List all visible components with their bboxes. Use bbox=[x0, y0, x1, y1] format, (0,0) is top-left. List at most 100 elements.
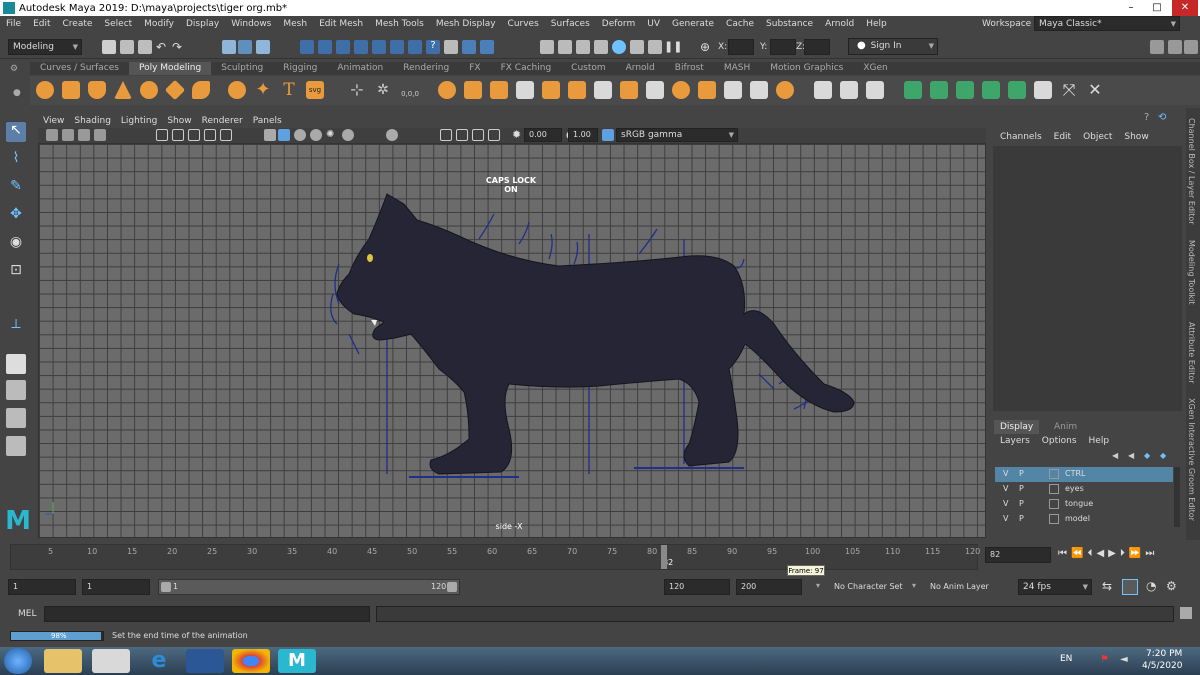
layer-row[interactable]: V P CTRL bbox=[995, 467, 1173, 482]
shelf-tab-arnold[interactable]: Arnold bbox=[616, 62, 665, 75]
range-slider[interactable]: 1 120 bbox=[158, 579, 460, 595]
layers-tab-display[interactable]: Display bbox=[994, 420, 1040, 434]
color-management-icon[interactable] bbox=[602, 129, 614, 141]
snap-to-grid-icon[interactable] bbox=[300, 40, 314, 54]
render-setup-icon[interactable] bbox=[630, 40, 644, 54]
combine-icon[interactable] bbox=[438, 81, 456, 99]
layer-row[interactable]: V P eyes bbox=[995, 482, 1173, 497]
ipr-render-icon[interactable] bbox=[576, 40, 590, 54]
side-tab-channel-box[interactable]: Channel Box / Layer Editor bbox=[1187, 118, 1196, 225]
language-indicator[interactable]: EN bbox=[1060, 654, 1072, 664]
side-tab-attribute-editor[interactable]: Attribute Editor bbox=[1187, 322, 1196, 384]
menu-help[interactable]: Help bbox=[860, 19, 893, 29]
help-icon[interactable]: ? bbox=[1144, 112, 1156, 124]
refresh-icon[interactable]: ⟲ bbox=[1158, 112, 1170, 124]
four-view-layout-icon[interactable] bbox=[6, 380, 26, 400]
channel-menu-show[interactable]: Show bbox=[1118, 130, 1154, 144]
menu-mesh[interactable]: Mesh bbox=[277, 19, 313, 29]
shelf-tab-mash[interactable]: MASH bbox=[714, 62, 760, 75]
attribute-editor-toggle-icon[interactable] bbox=[1168, 40, 1182, 54]
redo-icon[interactable]: ↷ bbox=[172, 40, 186, 54]
pause-icon[interactable]: ❚❚ bbox=[664, 40, 682, 54]
fill-hole-icon[interactable] bbox=[672, 81, 690, 99]
layers-tab-anim[interactable]: Anim bbox=[1048, 420, 1083, 434]
spherical-mapping-icon[interactable] bbox=[982, 81, 1000, 99]
shelf-tab-rendering[interactable]: Rendering bbox=[393, 62, 459, 75]
layer-color-swatch[interactable] bbox=[1049, 514, 1059, 524]
single-perspective-layout-icon[interactable] bbox=[6, 354, 26, 374]
current-frame-field[interactable]: 82 bbox=[985, 547, 1051, 563]
snap-to-curve-icon[interactable] bbox=[318, 40, 332, 54]
make-live-icon[interactable] bbox=[390, 40, 404, 54]
poly-cone-icon[interactable] bbox=[114, 81, 132, 99]
menu-uv[interactable]: UV bbox=[641, 19, 666, 29]
file-explorer-icon[interactable] bbox=[44, 649, 82, 673]
extrude-icon[interactable] bbox=[620, 81, 638, 99]
volume-icon[interactable]: ◄ bbox=[1120, 654, 1128, 665]
menu-arnold[interactable]: Arnold bbox=[819, 19, 860, 29]
offset-edge-icon[interactable] bbox=[866, 81, 884, 99]
range-start-handle[interactable] bbox=[161, 582, 171, 592]
go-to-start-icon[interactable]: ⏮ bbox=[1058, 548, 1071, 559]
shelf-tab-fx-caching[interactable]: FX Caching bbox=[491, 62, 562, 75]
bookmark-icon[interactable] bbox=[78, 129, 90, 141]
last-tool-icon[interactable]: ⟂ bbox=[6, 316, 26, 336]
snap-to-view-plane-icon[interactable] bbox=[372, 40, 386, 54]
menu-cache[interactable]: Cache bbox=[720, 19, 760, 29]
x-field[interactable] bbox=[728, 39, 754, 55]
start-button[interactable] bbox=[4, 648, 32, 674]
poly-sphere-icon[interactable] bbox=[36, 81, 54, 99]
lasso-tool-icon[interactable]: ⌇ bbox=[6, 150, 26, 170]
layer-row[interactable]: V P tongue bbox=[995, 497, 1173, 512]
layer-color-swatch[interactable] bbox=[1049, 499, 1059, 509]
shelf-tab-animation[interactable]: Animation bbox=[327, 62, 393, 75]
chevron-down-icon[interactable]: ● bbox=[13, 88, 21, 98]
render-settings-icon[interactable] bbox=[594, 40, 608, 54]
menu-mesh-tools[interactable]: Mesh Tools bbox=[369, 19, 430, 29]
xray-joints-icon[interactable] bbox=[472, 129, 484, 141]
new-layer-selected-icon[interactable]: ◆ bbox=[1144, 451, 1156, 461]
layers-menu-options[interactable]: Options bbox=[1036, 434, 1083, 448]
snap-to-point-icon[interactable] bbox=[336, 40, 350, 54]
rotate-tool-icon[interactable]: ◉ bbox=[6, 234, 26, 254]
mel-input[interactable] bbox=[44, 606, 370, 622]
type-tool-icon[interactable]: T bbox=[280, 81, 298, 99]
select-by-object-icon[interactable] bbox=[238, 40, 252, 54]
undo-icon[interactable]: ↶ bbox=[156, 40, 170, 54]
planar-mapping-icon[interactable] bbox=[930, 81, 948, 99]
layers-scrollbar[interactable] bbox=[1174, 467, 1180, 527]
loop-icon[interactable]: ⇆ bbox=[1102, 579, 1112, 593]
menu-windows[interactable]: Windows bbox=[225, 19, 277, 29]
uv-cut-icon[interactable]: ⤧ bbox=[1060, 81, 1078, 99]
menu-create[interactable]: Create bbox=[57, 19, 99, 29]
menu-substance[interactable]: Substance bbox=[760, 19, 819, 29]
smooth-icon[interactable] bbox=[490, 81, 508, 99]
gate-mask-icon[interactable] bbox=[204, 129, 216, 141]
minimize-button[interactable]: – bbox=[1118, 0, 1144, 16]
open-scene-icon[interactable] bbox=[120, 40, 134, 54]
platonic-solid-icon[interactable] bbox=[228, 81, 246, 99]
modeling-toolkit-toggle-icon[interactable] bbox=[1150, 40, 1164, 54]
range-end-handle[interactable] bbox=[447, 582, 457, 592]
automatic-mapping-icon[interactable] bbox=[1008, 81, 1026, 99]
smooth-shade-icon[interactable] bbox=[278, 129, 290, 141]
move-layer-up-icon[interactable]: ◀ bbox=[1112, 451, 1124, 461]
viewport-side[interactable]: CAPS LOCK ON side -X bbox=[38, 143, 986, 538]
menu-mesh-display[interactable]: Mesh Display bbox=[430, 19, 502, 29]
side-tab-modeling-toolkit[interactable]: Modeling Toolkit bbox=[1187, 240, 1196, 304]
layer-row[interactable]: V P model bbox=[995, 512, 1173, 527]
animation-start-field[interactable]: 1 bbox=[8, 579, 76, 595]
render-current-frame-icon[interactable] bbox=[558, 40, 572, 54]
playback-start-field[interactable]: 1 bbox=[82, 579, 150, 595]
menu-surfaces[interactable]: Surfaces bbox=[545, 19, 596, 29]
gear-icon[interactable]: ⚙ bbox=[10, 64, 18, 74]
move-pivot-icon[interactable]: ⊹ bbox=[348, 81, 366, 99]
poly-cube-icon[interactable] bbox=[62, 81, 80, 99]
xray-active-components-icon[interactable] bbox=[488, 129, 500, 141]
menu-edit-mesh[interactable]: Edit Mesh bbox=[313, 19, 369, 29]
resolution-gate-icon[interactable] bbox=[188, 129, 200, 141]
menu-deform[interactable]: Deform bbox=[596, 19, 641, 29]
quad-draw-icon[interactable] bbox=[814, 81, 832, 99]
merge-icon[interactable] bbox=[698, 81, 716, 99]
new-scene-icon[interactable] bbox=[102, 40, 116, 54]
